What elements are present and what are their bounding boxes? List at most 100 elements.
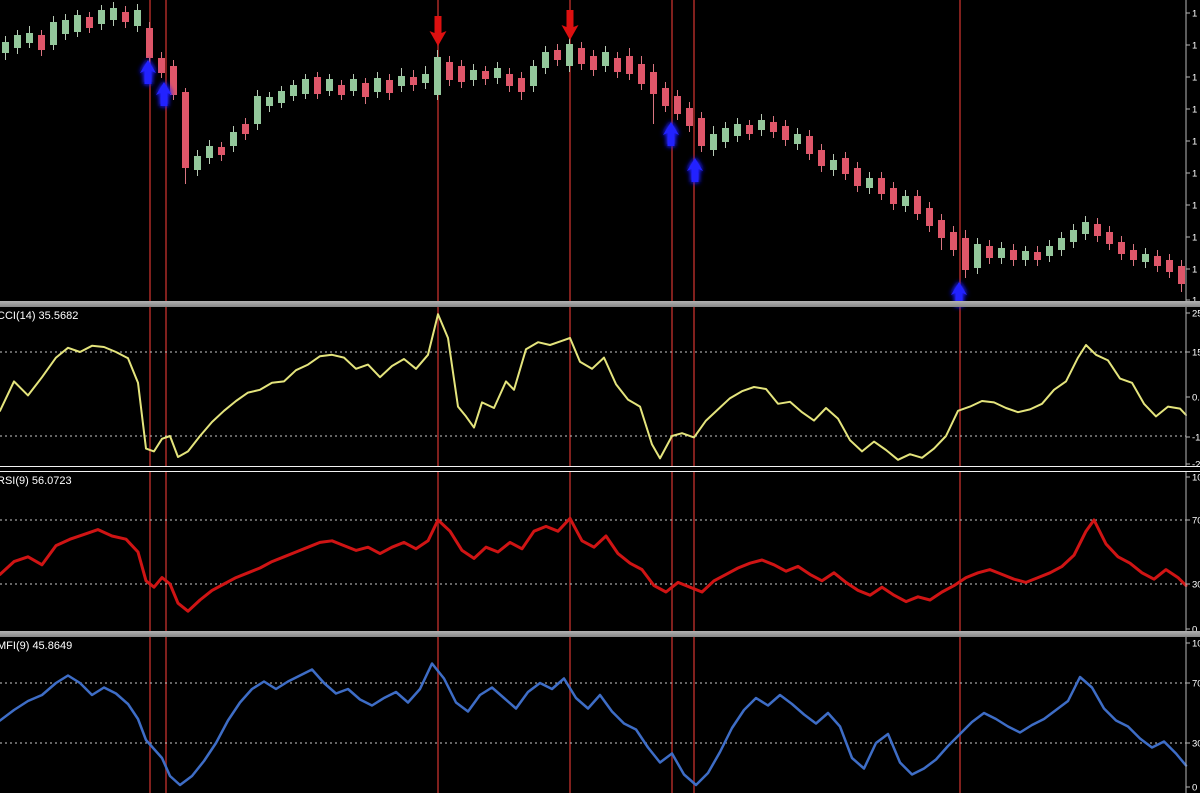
candle-down [1094,224,1101,236]
candle-down [506,74,513,86]
candle-down [890,188,897,204]
candle-down [1010,250,1017,260]
candle-down [170,66,177,95]
candle-up [974,244,981,268]
rsi-indicator-line [0,516,1188,613]
candle-up [14,35,21,48]
rsi-axis-tick-label: 70 [1192,516,1200,527]
buy-arrow-icon[interactable] [663,122,679,146]
candle-up [530,66,537,86]
candle-down [182,92,189,168]
candle-up [350,79,357,91]
candle-up [1046,246,1053,256]
candle-up [866,178,873,188]
price-axis-tick-label: 1 [1192,41,1197,52]
mfi-indicator-line [0,662,1188,787]
mfi-axis-tick-label: 30 [1192,739,1200,750]
price-axis-tick-label: 1 [1192,169,1197,180]
mfi-axis-tick-label: 0 [1192,783,1197,793]
candle-up [26,33,33,43]
buy-arrow-icon[interactable] [156,82,172,106]
candle-down [1106,232,1113,244]
mfi-level-lines [0,682,1186,744]
cci-axis-tick-label: 25 [1192,309,1200,320]
candle-down [950,232,957,250]
candle-down [554,50,561,60]
trading-chart-window: 111111111125150.-1-210703001070300 CCI(1… [0,0,1200,793]
candle-up [434,57,441,95]
candle-down [122,12,129,22]
candle-down [590,56,597,70]
candle-up [758,120,765,130]
candle-down [218,147,225,155]
panel-separator-price-cci[interactable] [0,301,1200,307]
candle-up [902,196,909,206]
buy-arrow-icon[interactable] [140,60,156,84]
candle-down [842,158,849,174]
vertical-event-lines[interactable] [149,0,961,793]
candle-down [938,220,945,238]
candle-up [542,52,549,68]
rsi-level-lines [0,519,1186,585]
candle-up [266,97,273,106]
candle-up [206,146,213,158]
candle-down [410,77,417,85]
candle-down [914,196,921,214]
candle-down [1154,256,1161,266]
buy-arrow-icon[interactable] [687,158,703,182]
candle-down [314,77,321,94]
candle-up [1082,222,1089,234]
cci-indicator-line [0,313,1187,461]
chart-canvas[interactable]: 111111111125150.-1-210703001070300 [0,0,1200,793]
candle-up [998,248,1005,258]
price-axis-tick-label: 1 [1192,9,1197,20]
panel-separator-cci-rsi[interactable] [0,466,1200,472]
candle-down [746,125,753,134]
rsi-indicator-label: RSI(9) 56.0723 [0,475,72,487]
candle-up [134,10,141,26]
candle-down [338,85,345,95]
cci-axis-tick-label: -1 [1192,433,1200,444]
sell-arrow-icon[interactable] [429,16,447,46]
candle-up [1070,230,1077,242]
candle-up [602,52,609,66]
candle-down [626,56,633,74]
cci-axis-tick-label: 15 [1192,348,1200,359]
candle-down [158,58,165,73]
cci-axis-tick-label: 0. [1192,393,1200,404]
candle-down [362,83,369,97]
candle-down [458,66,465,82]
candle-up [1022,251,1029,260]
candle-down [86,17,93,28]
candle-down [614,58,621,72]
candle-up [302,79,309,94]
candle-up [290,85,297,96]
sell-arrow-icon[interactable] [561,10,579,40]
candle-down [446,62,453,80]
candle-down [1178,266,1185,284]
candle-up [722,128,729,142]
candle-up [254,96,261,124]
price-axis-tick-label: 1 [1192,265,1197,276]
candle-up [734,124,741,136]
candle-up [470,70,477,80]
candle-up [278,91,285,103]
panel-separator-rsi-mfi[interactable] [0,631,1200,637]
candle-up [194,156,201,170]
candle-down [818,150,825,166]
candle-up [794,134,801,144]
candle-down [962,238,969,270]
candle-up [374,78,381,92]
candle-up [50,22,57,45]
candle-down [1166,260,1173,272]
candle-down [770,122,777,132]
candle-down [674,96,681,114]
candle-up [566,44,573,66]
candle-down [518,78,525,92]
price-axis-tick-label: 1 [1192,105,1197,116]
candle-down [806,136,813,154]
candle-down [1034,252,1041,260]
candle-down [482,71,489,79]
candle-up [98,10,105,24]
price-axis-tick-label: 1 [1192,233,1197,244]
